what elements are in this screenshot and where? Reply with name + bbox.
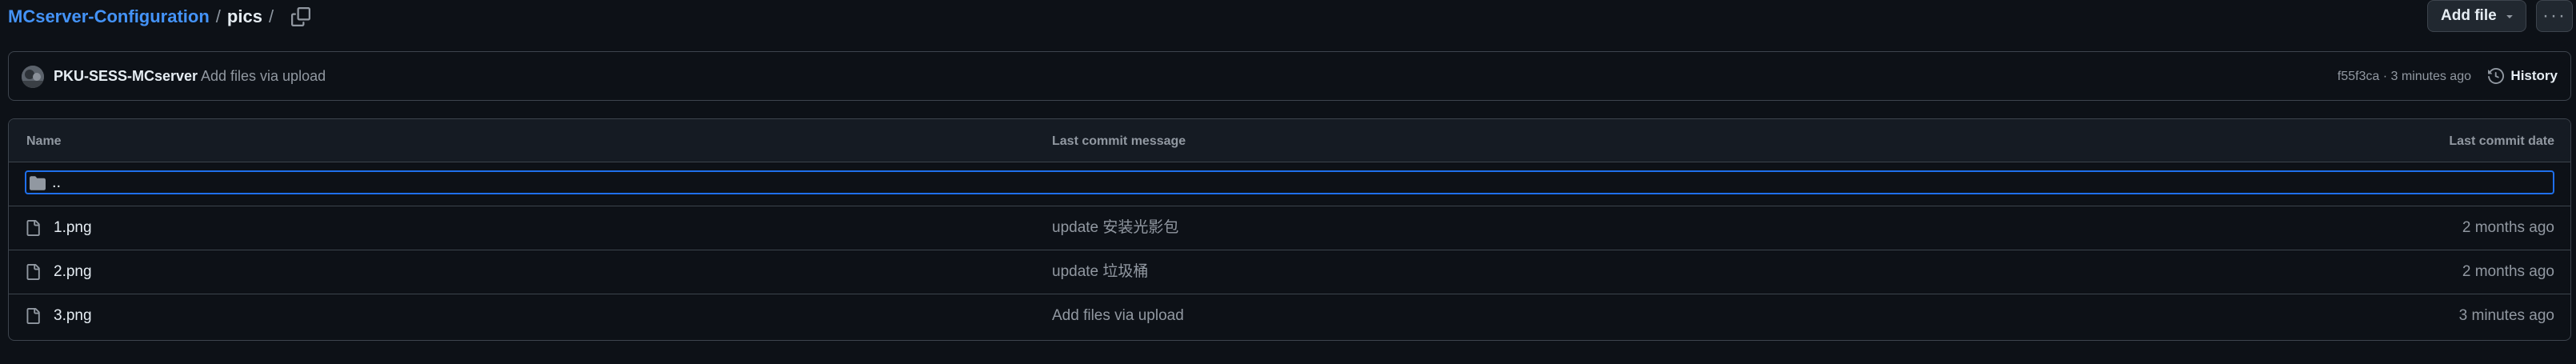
add-file-button[interactable]: Add file <box>2427 0 2526 32</box>
breadcrumb-trailing-separator: / <box>268 6 274 26</box>
history-label: History <box>2510 68 2558 83</box>
commit-meta[interactable]: f55f3ca · 3 minutes ago <box>2338 69 2471 85</box>
parent-directory-label: .. <box>52 174 62 191</box>
file-commit-message-link[interactable]: update 垃圾桶 <box>1052 263 1148 281</box>
column-header-message: Last commit message <box>1052 134 1186 148</box>
table-row[interactable]: 3.png Add files via upload 3 minutes ago <box>9 294 2570 338</box>
latest-commit-bar: PKU-SESS-MCserver Add files via upload f… <box>8 51 2571 101</box>
file-icon <box>26 308 40 324</box>
top-bar: MCserver-Configuration / pics / Add file… <box>0 0 2576 35</box>
file-icon <box>26 220 40 236</box>
commit-message-link[interactable]: Add files via upload <box>201 67 326 85</box>
file-icon <box>26 264 40 280</box>
file-table: Name Last commit message Last commit dat… <box>8 118 2571 341</box>
parent-directory-row[interactable]: .. <box>9 162 2570 206</box>
file-commit-date: 2 months ago <box>2462 219 2554 236</box>
file-commit-date: 2 months ago <box>2462 263 2554 280</box>
column-header-name: Name <box>26 134 62 148</box>
avatar[interactable] <box>22 66 44 88</box>
commit-author-link[interactable]: PKU-SESS-MCserver <box>54 67 198 85</box>
parent-directory-link[interactable]: .. <box>25 170 2554 194</box>
file-commit-date: 3 minutes ago <box>2458 307 2554 324</box>
breadcrumb-repo-link[interactable]: MCserver-Configuration <box>8 6 210 27</box>
file-commit-message-link[interactable]: update 安装光影包 <box>1052 219 1178 237</box>
breadcrumb-current-folder: pics <box>226 6 262 26</box>
file-name-link[interactable]: 3.png <box>54 307 92 325</box>
breadcrumb: MCserver-Configuration / pics / <box>8 6 311 27</box>
folder-icon <box>30 176 46 190</box>
chevron-down-icon <box>2506 15 2513 18</box>
breadcrumb-separator: / <box>215 6 221 26</box>
history-icon <box>2488 68 2505 84</box>
file-name-link[interactable]: 1.png <box>54 219 92 237</box>
table-row[interactable]: 2.png update 垃圾桶 2 months ago <box>9 250 2570 294</box>
table-row[interactable]: 1.png update 安装光影包 2 months ago <box>9 206 2570 250</box>
history-button[interactable]: History <box>2488 67 2558 85</box>
table-header: Name Last commit message Last commit dat… <box>9 119 2570 162</box>
copy-path-icon[interactable] <box>291 7 311 26</box>
more-options-button[interactable]: ··· <box>2536 0 2573 32</box>
file-name-link[interactable]: 2.png <box>54 263 92 281</box>
column-header-date: Last commit date <box>2449 134 2554 148</box>
file-commit-message-link[interactable]: Add files via upload <box>1052 307 1184 325</box>
add-file-label: Add file <box>2441 7 2497 24</box>
